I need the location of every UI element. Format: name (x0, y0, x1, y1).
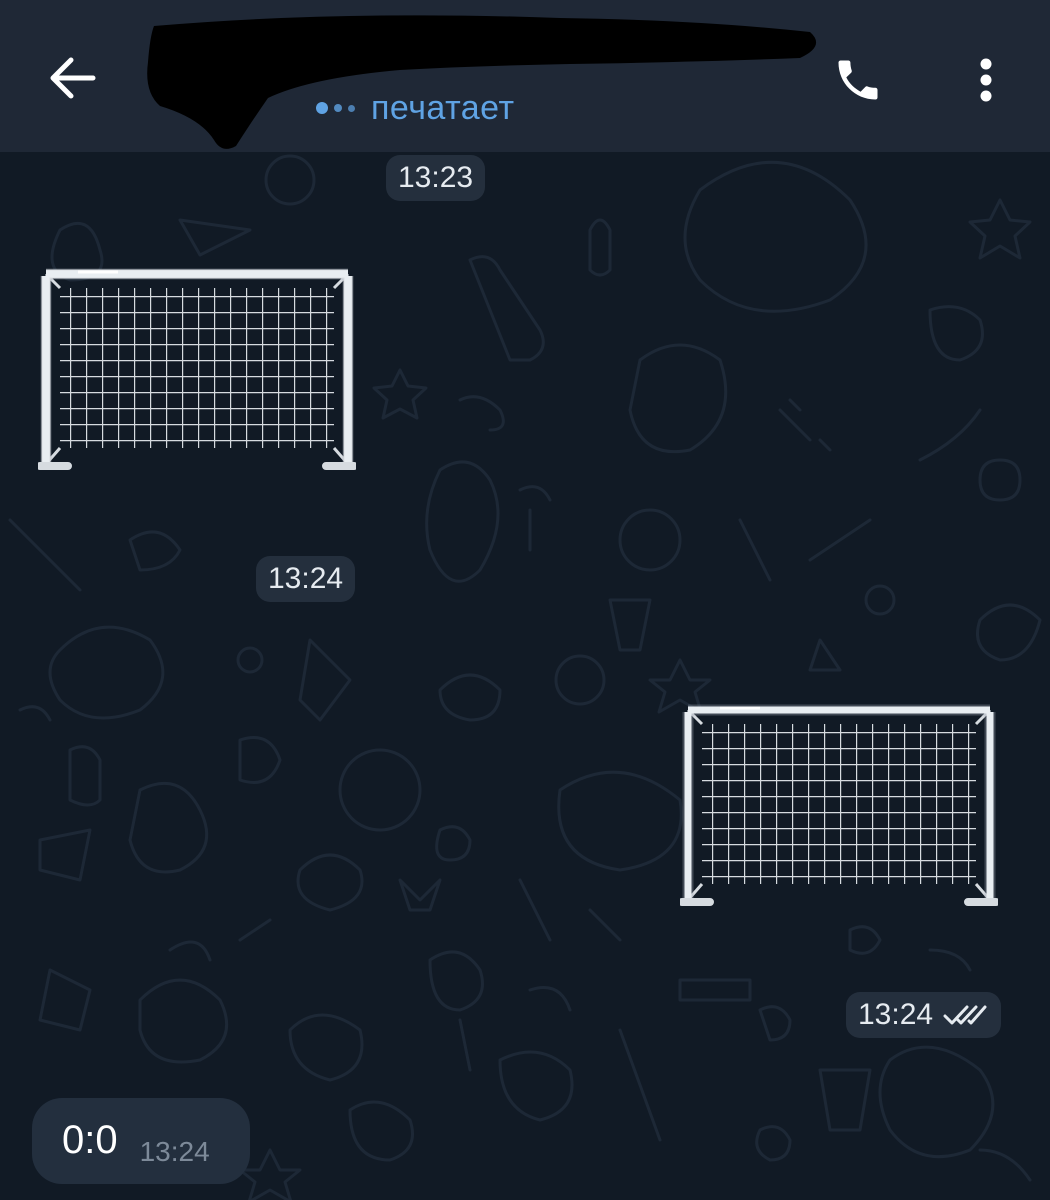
message-text: 0:0 (62, 1118, 118, 1162)
message-time-outgoing-sticker: 13:24 (846, 992, 1002, 1038)
chat-header: печатает (0, 0, 1050, 152)
call-button[interactable] (815, 40, 901, 120)
phone-icon (838, 60, 878, 100)
back-button[interactable] (30, 40, 116, 116)
double-check-icon (943, 1005, 987, 1025)
more-vertical-icon (980, 58, 992, 102)
message-bubble-incoming[interactable]: 0:0 13:24 (32, 1098, 250, 1184)
typing-status: печатает (316, 86, 515, 130)
outgoing-time-text: 13:24 (858, 998, 934, 1031)
goal-net-sticker-incoming[interactable] (38, 264, 356, 478)
typing-dots-icon (316, 102, 355, 114)
message-time-top: 13:23 (386, 155, 486, 201)
typing-status-text: печатает (371, 88, 515, 127)
message-time: 13:24 (139, 1136, 210, 1167)
message-time-incoming-sticker: 13:24 (256, 556, 356, 602)
arrow-left-icon (50, 57, 96, 99)
chat-screen: печатает 13:23 13:24 13:24 0:0 13:24 (0, 0, 1050, 1200)
contact-name-redacted (147, 15, 817, 149)
more-menu-button[interactable] (950, 40, 1022, 120)
goal-net-sticker-outgoing[interactable] (680, 700, 998, 914)
